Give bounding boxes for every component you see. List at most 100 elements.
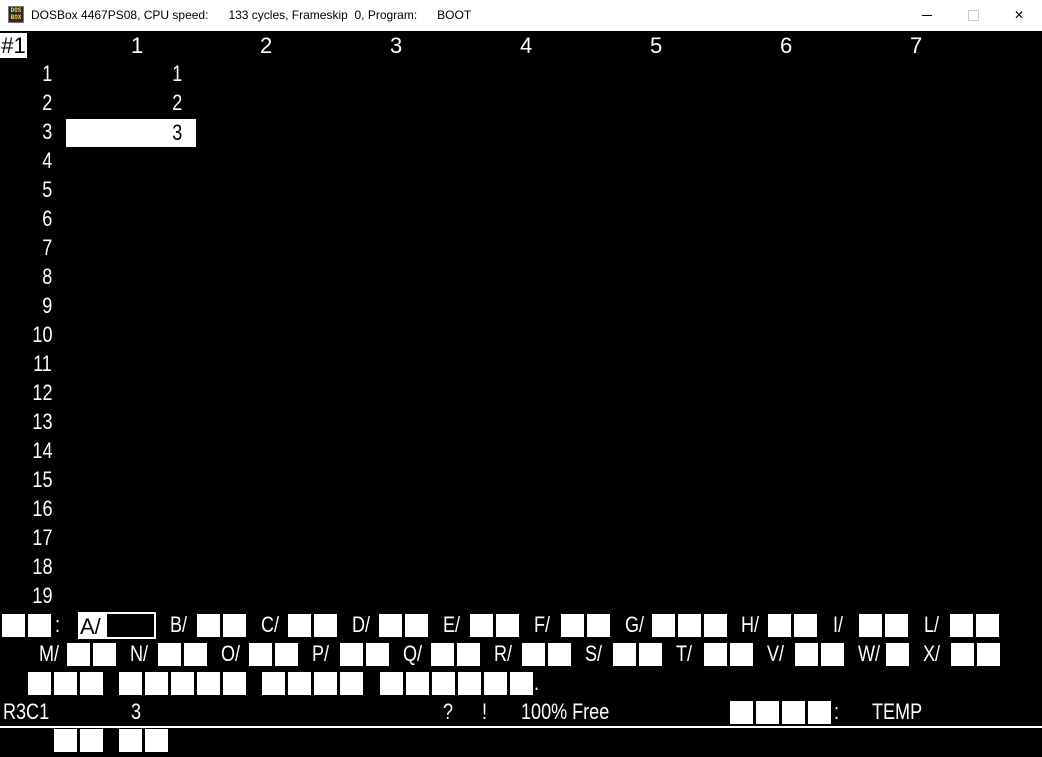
prompt-block <box>380 672 403 695</box>
minimize-button[interactable] <box>904 0 950 31</box>
row-header: 16 <box>31 496 52 521</box>
menu-label-block <box>288 614 311 637</box>
column-header: 3 <box>390 33 403 58</box>
menu-label-block <box>184 643 207 666</box>
file-label-block <box>730 701 753 724</box>
menu-label-block <box>379 614 402 637</box>
menu-item-c[interactable]: C/ <box>261 612 279 638</box>
row-header: 13 <box>31 409 52 434</box>
dosbox-window: DOS BOX DOSBox 4467PS08, CPU speed: 133 c… <box>0 0 1042 757</box>
menu-label-block <box>366 643 389 666</box>
prompt-block <box>54 672 77 695</box>
menu-label-block <box>249 643 272 666</box>
sheet-id: #1 <box>0 33 27 58</box>
cell-r3c1: 3 <box>171 120 182 145</box>
prompt-block <box>288 672 311 695</box>
menu-label-block <box>704 614 727 637</box>
menu-label-block <box>976 614 999 637</box>
row-header: 18 <box>31 554 52 579</box>
menu-label-block <box>859 614 882 637</box>
menu-label-block <box>794 614 817 637</box>
prompt-block <box>510 672 533 695</box>
menu-label-block <box>768 614 791 637</box>
title-bar[interactable]: DOS BOX DOSBox 4467PS08, CPU speed: 133 c… <box>0 0 1042 31</box>
row-header: 11 <box>33 351 52 376</box>
menu-item-n[interactable]: N/ <box>130 641 148 667</box>
file-colon: : <box>834 699 840 724</box>
menu-label-block <box>821 643 844 666</box>
cell-r2c1[interactable]: 2 <box>172 90 182 116</box>
menu-label-block <box>197 614 220 637</box>
menu-label-block <box>67 643 90 666</box>
menu-item-t[interactable]: T/ <box>676 641 692 667</box>
selected-cell[interactable]: 3 <box>66 119 196 147</box>
menu-item-e[interactable]: E/ <box>443 612 460 638</box>
cell-r1c1[interactable]: 1 <box>172 61 182 87</box>
menu-label-block <box>795 643 818 666</box>
prompt-block <box>28 672 51 695</box>
row-header: 7 <box>41 235 52 260</box>
message-block <box>80 729 103 752</box>
menu-label-block <box>587 614 610 637</box>
menu-label-block <box>223 614 246 637</box>
menu-label-block <box>561 614 584 637</box>
menu-item-m[interactable]: M/ <box>39 641 59 667</box>
row-header: 14 <box>31 438 52 463</box>
menu-item-r[interactable]: R/ <box>494 641 512 667</box>
status-question: ? <box>443 699 454 724</box>
menu-label-block <box>470 614 493 637</box>
menu-item-h[interactable]: H/ <box>741 612 759 638</box>
dosbox-icon: DOS BOX <box>8 6 24 23</box>
row-header: 8 <box>41 264 52 289</box>
menu-item-q[interactable]: Q/ <box>403 641 422 667</box>
menu-label-block <box>405 614 428 637</box>
menu-item-a-key: A/ <box>80 614 107 639</box>
menu-item-l[interactable]: L/ <box>924 612 939 638</box>
column-header: 2 <box>260 33 273 58</box>
menu-label-block <box>314 614 337 637</box>
menu-item-b[interactable]: B/ <box>170 612 187 638</box>
menu-item-i[interactable]: I/ <box>833 612 843 638</box>
menu-item-x[interactable]: X/ <box>923 641 940 667</box>
prompt-block <box>197 672 220 695</box>
maximize-button[interactable] <box>950 0 996 31</box>
menu-item-d[interactable]: D/ <box>352 612 370 638</box>
column-header: 6 <box>780 33 793 58</box>
row-header: 5 <box>41 177 52 202</box>
menu-label-block <box>613 643 636 666</box>
prompt-block <box>406 672 429 695</box>
menu-label-block <box>431 643 454 666</box>
menu-label-block <box>704 643 727 666</box>
menu-label-block <box>275 643 298 666</box>
menu-item-p[interactable]: P/ <box>312 641 329 667</box>
row-header: 4 <box>41 148 52 173</box>
menu-item-w[interactable]: W/ <box>858 641 880 667</box>
row-header: 9 <box>41 293 52 318</box>
menu-label-block <box>340 643 363 666</box>
menu-item-v[interactable]: V/ <box>767 641 784 667</box>
minimize-icon <box>922 15 932 16</box>
prompt-block <box>340 672 363 695</box>
prompt-block <box>458 672 481 695</box>
menu-label-block <box>652 614 675 637</box>
menu-colon: : <box>55 612 61 637</box>
close-button[interactable]: ✕ <box>996 0 1042 31</box>
menu-label-block <box>730 643 753 666</box>
maximize-icon <box>968 10 979 21</box>
menu-item-o[interactable]: O/ <box>221 641 240 667</box>
dos-screen[interactable]: #1 1 2 3 4 5 6 7 1 2 3 4 5 6 7 8 9 10 11… <box>0 31 1042 757</box>
prompt-block <box>145 672 168 695</box>
menu-label-block <box>158 643 181 666</box>
prompt-block <box>262 672 285 695</box>
row-header: 2 <box>41 90 52 115</box>
menu-label-block <box>548 643 571 666</box>
status-divider <box>0 726 1042 728</box>
message-block <box>119 729 142 752</box>
menu-item-g[interactable]: G/ <box>625 612 644 638</box>
menu-label-block <box>639 643 662 666</box>
menu-item-a[interactable]: A/ <box>78 612 156 639</box>
row-header: 17 <box>31 525 52 550</box>
menu-label-block <box>496 614 519 637</box>
menu-item-s[interactable]: S/ <box>585 641 602 667</box>
menu-item-f[interactable]: F/ <box>534 612 550 638</box>
